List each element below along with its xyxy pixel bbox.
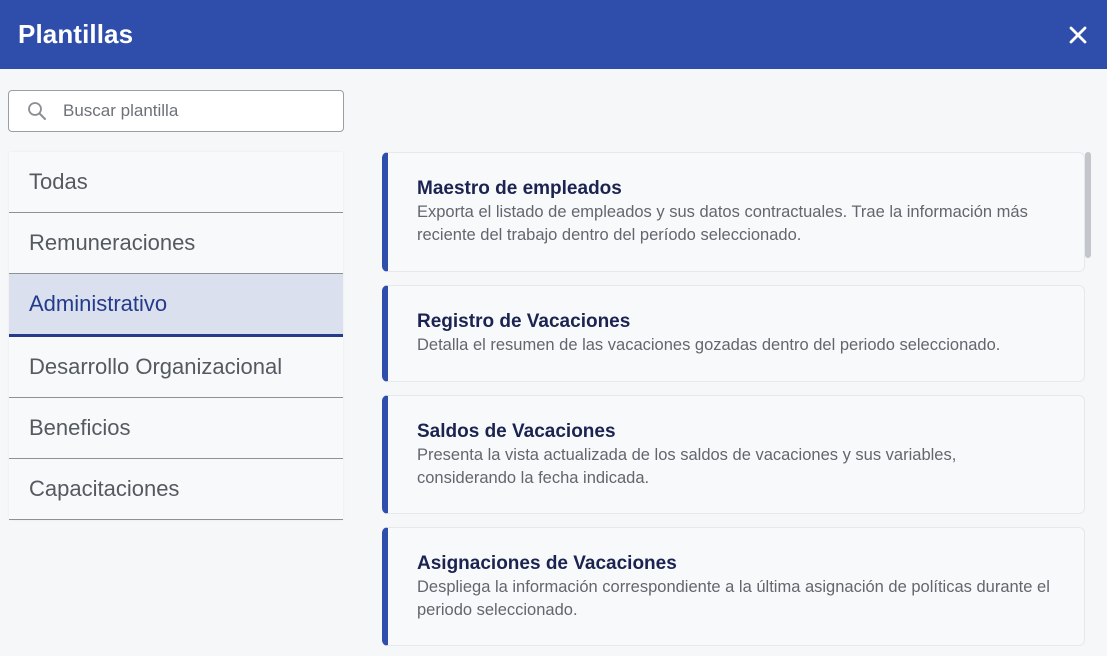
template-description: Presenta la vista actualizada de los sal… xyxy=(417,446,957,487)
category-item-todas[interactable]: Todas xyxy=(9,152,343,213)
category-item-administrativo[interactable]: Administrativo xyxy=(9,274,343,337)
scrollbar-thumb[interactable] xyxy=(1085,152,1091,258)
search-input[interactable] xyxy=(63,101,323,121)
search-icon xyxy=(28,102,46,120)
template-card[interactable]: Saldos de Vacaciones Presenta la vista a… xyxy=(382,395,1085,514)
scrollbar[interactable] xyxy=(1085,152,1092,656)
template-card[interactable]: Asignaciones de Vacaciones Despliega la … xyxy=(382,527,1085,646)
modal-title: Plantillas xyxy=(18,19,134,49)
template-title: Registro de Vacaciones xyxy=(417,311,631,332)
template-card[interactable]: Registro de Vacaciones Detalla el resume… xyxy=(382,285,1085,382)
category-list: Todas Remuneraciones Administrativo Desa… xyxy=(9,152,343,520)
category-label: Capacitaciones xyxy=(29,476,180,501)
search-box[interactable] xyxy=(8,90,344,132)
template-card[interactable]: Maestro de empleados Exporta el listado … xyxy=(382,152,1085,272)
category-item-remuneraciones[interactable]: Remuneraciones xyxy=(9,213,343,274)
template-description: Despliega la información correspondiente… xyxy=(417,578,1050,619)
category-label: Beneficios xyxy=(29,415,131,440)
close-button[interactable] xyxy=(1067,24,1089,46)
category-label: Todas xyxy=(29,169,88,194)
category-item-desarrollo-organizacional[interactable]: Desarrollo Organizacional xyxy=(9,337,343,398)
category-label: Administrativo xyxy=(29,291,168,316)
template-description: Exporta el listado de empleados y sus da… xyxy=(417,203,1028,244)
template-title: Maestro de empleados xyxy=(417,178,622,199)
modal-header: Plantillas xyxy=(0,0,1107,69)
template-title: Saldos de Vacaciones xyxy=(417,421,616,442)
category-item-capacitaciones[interactable]: Capacitaciones xyxy=(9,459,343,520)
template-description: Detalla el resumen de las vacaciones goz… xyxy=(417,336,1001,354)
close-icon xyxy=(1069,26,1087,43)
category-item-beneficios[interactable]: Beneficios xyxy=(9,398,343,459)
category-label: Desarrollo Organizacional xyxy=(29,354,283,379)
template-list: Maestro de empleados Exporta el listado … xyxy=(382,152,1085,656)
category-label: Remuneraciones xyxy=(29,230,196,255)
template-title: Asignaciones de Vacaciones xyxy=(417,553,677,574)
